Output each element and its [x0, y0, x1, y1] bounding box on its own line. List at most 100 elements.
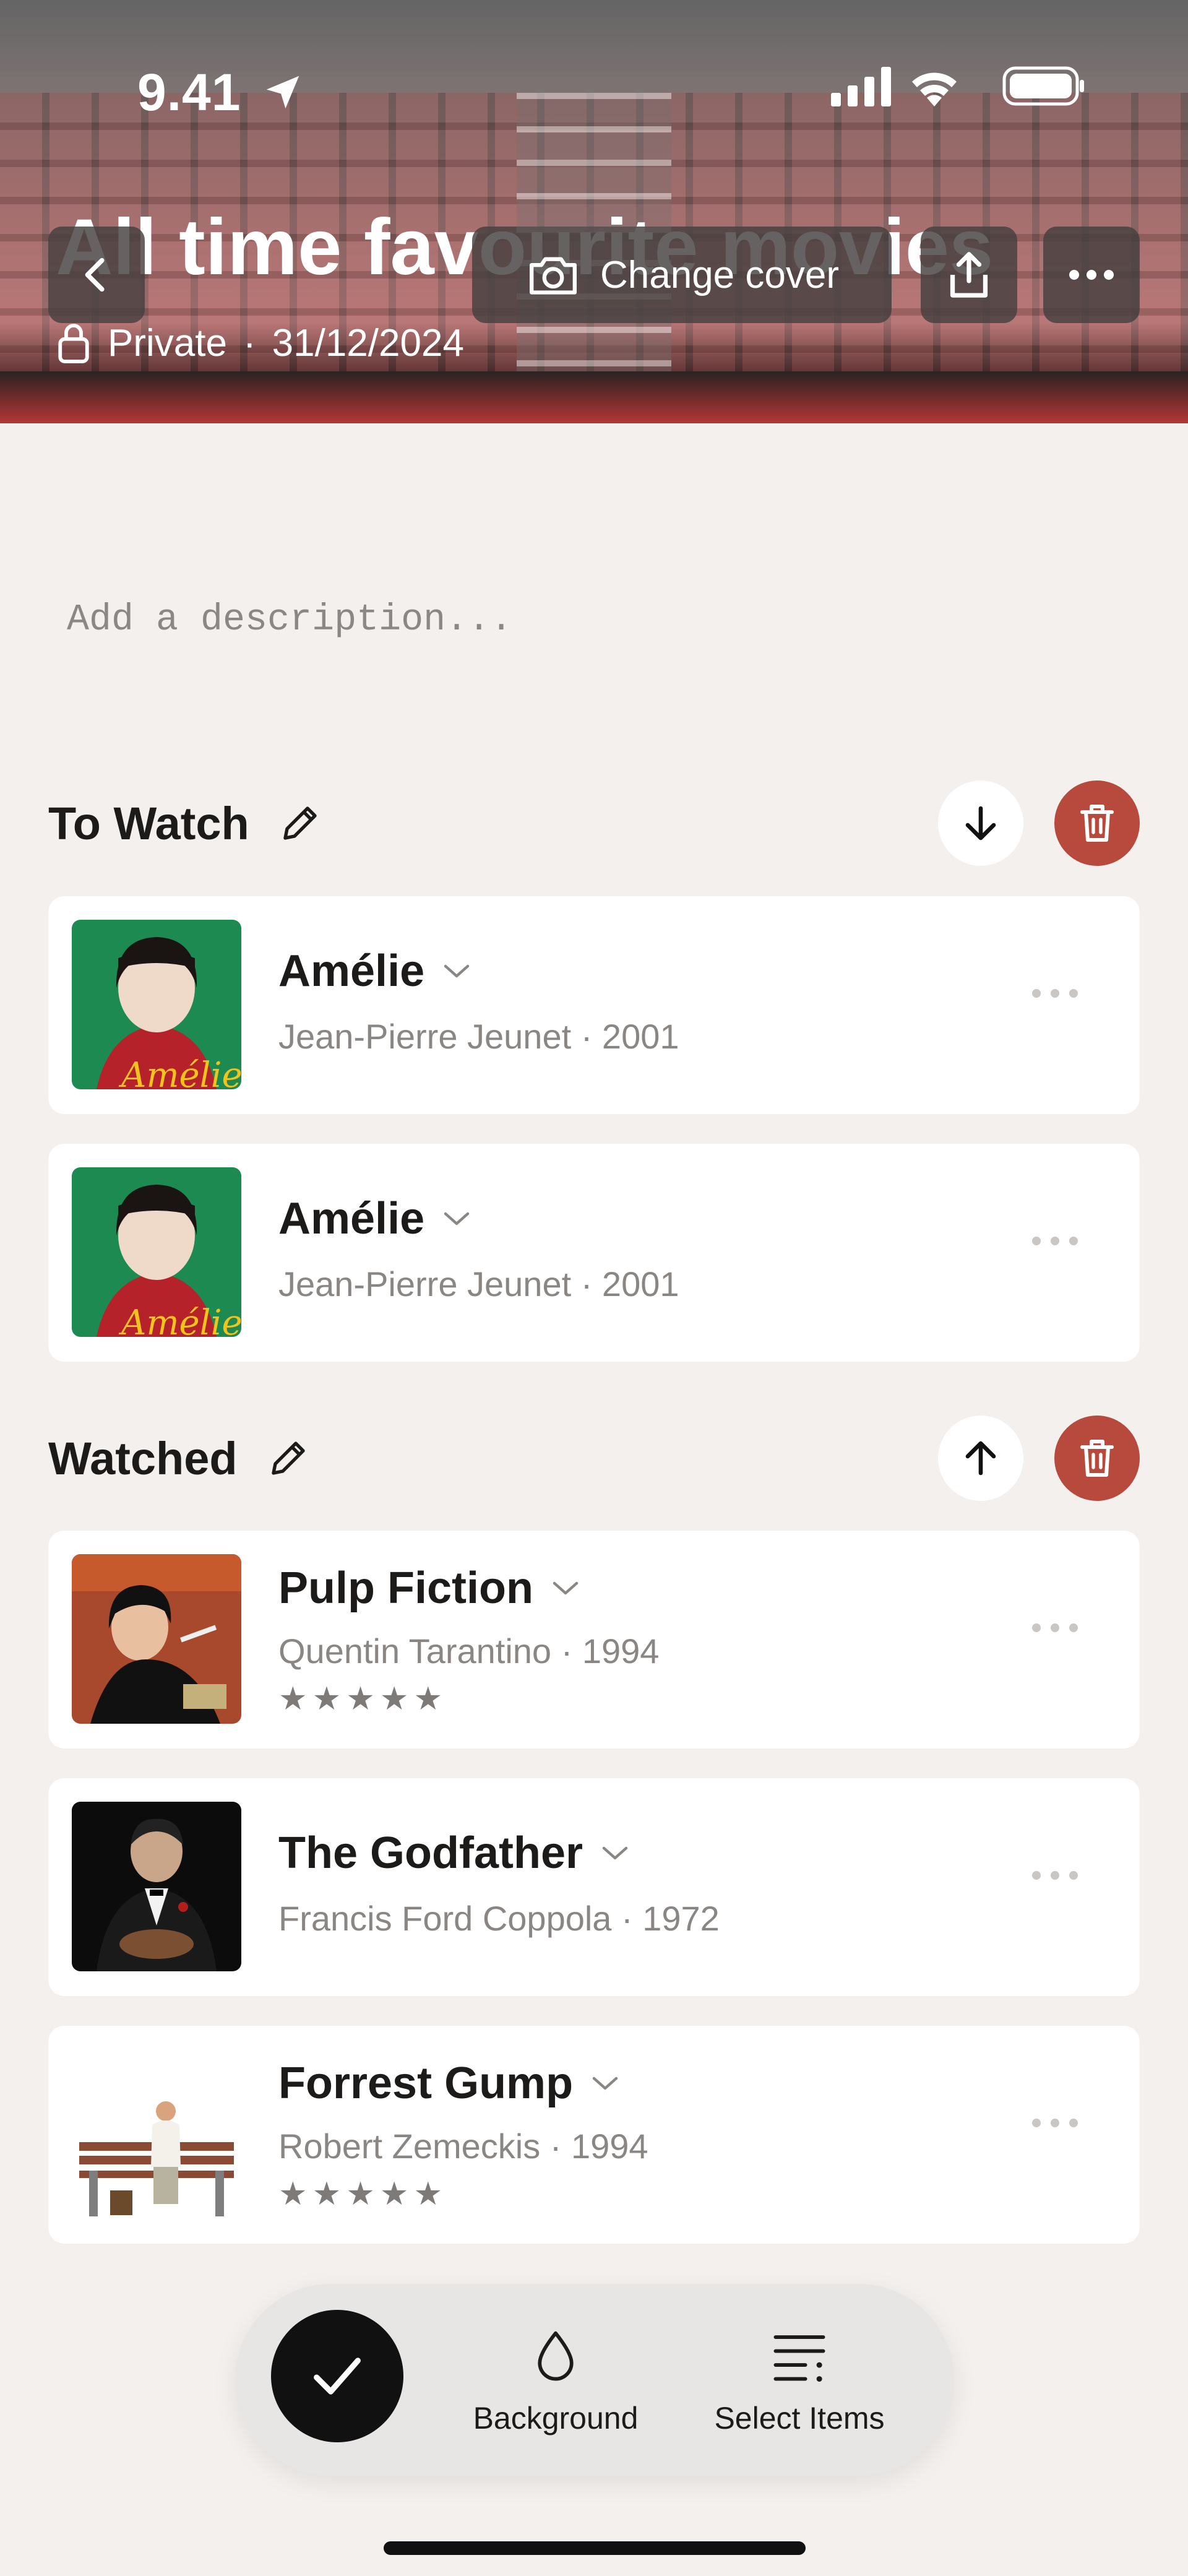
- movie-poster-the-godfather: [72, 1802, 241, 1971]
- status-time-group: 9.41: [137, 59, 304, 121]
- edit-section-button[interactable]: [266, 1436, 311, 1480]
- movie-subtitle: Robert Zemeckis · 1994: [278, 2127, 648, 2166]
- item-more-button[interactable]: [1032, 989, 1078, 998]
- trash-icon: [1080, 805, 1114, 842]
- more-options-button[interactable]: [1043, 227, 1140, 323]
- back-button[interactable]: [48, 227, 145, 323]
- movie-title-row: The Godfather: [278, 1828, 630, 1878]
- movie-title: Forrest Gump: [278, 2059, 574, 2108]
- dot: [1032, 1623, 1041, 1632]
- background-label: Background: [473, 2401, 639, 2436]
- share-button[interactable]: [921, 227, 1017, 323]
- star-rating[interactable]: ★★★★★: [278, 1680, 447, 1718]
- movie-poster-pulp-fiction: [72, 1554, 241, 1724]
- ellipsis-icon: [1069, 270, 1114, 280]
- arrow-up-icon: [965, 1441, 996, 1476]
- movie-poster-amelie: Amélie: [72, 920, 241, 1089]
- list-date: 31/12/2024: [272, 322, 464, 365]
- movie-title: The Godfather: [278, 1828, 583, 1878]
- dot: [1032, 2119, 1041, 2127]
- edit-section-button[interactable]: [278, 801, 322, 845]
- svg-text:Amélie: Amélie: [118, 1055, 241, 1089]
- movie-subtitle: Francis Ford Coppola · 1972: [278, 1899, 720, 1938]
- dot: [1051, 989, 1059, 998]
- dot: [1069, 1237, 1078, 1245]
- movie-subtitle: Jean-Pierre Jeunet · 2001: [278, 1017, 679, 1056]
- status-time: 9.41: [137, 63, 241, 121]
- dot: [1032, 989, 1041, 998]
- item-more-button[interactable]: [1032, 1237, 1078, 1245]
- godfather-poster-image: [72, 1802, 241, 1971]
- chevron-down-icon[interactable]: [590, 2074, 620, 2093]
- dot: [1069, 1623, 1078, 1632]
- meta-separator: ·: [243, 322, 256, 365]
- description-input[interactable]: Add a description...: [67, 599, 512, 641]
- list-item[interactable]: Amélie Amélie Jean-Pierre Jeunet · 2001: [48, 1144, 1140, 1362]
- share-icon: [950, 252, 988, 298]
- checkmark-icon: [314, 2358, 361, 2395]
- dot: [1032, 1871, 1041, 1880]
- item-more-button[interactable]: [1032, 1871, 1078, 1880]
- dot: [1069, 989, 1078, 998]
- dot: [1051, 1871, 1059, 1880]
- list-item[interactable]: Amélie Amélie Jean-Pierre Jeunet · 2001: [48, 896, 1140, 1114]
- movie-title-row: Pulp Fiction: [278, 1563, 580, 1614]
- background-button[interactable]: Background: [463, 2327, 648, 2436]
- dot: [1051, 1623, 1059, 1632]
- home-indicator: [384, 2541, 806, 2555]
- list-item[interactable]: Forrest Gump Robert Zemeckis · 1994 ★★★★…: [48, 2026, 1140, 2244]
- pencil-icon: [271, 1441, 305, 1475]
- delete-section-button[interactable]: [1054, 780, 1140, 866]
- section-header-watched: Watched: [48, 1415, 1140, 1502]
- dot: [1051, 1237, 1059, 1245]
- section-title: Watched: [48, 1432, 238, 1484]
- chevron-down-icon[interactable]: [442, 1209, 471, 1228]
- select-items-button[interactable]: Select Items: [694, 2327, 905, 2436]
- list-select-icon: [773, 2335, 825, 2382]
- cellular-signal-icon: [831, 67, 891, 106]
- privacy-label: Private: [108, 322, 227, 365]
- section-header-to-watch: To Watch: [48, 780, 1140, 867]
- bottom-toolbar: Background Select Items: [235, 2284, 954, 2476]
- movie-title: Pulp Fiction: [278, 1563, 533, 1613]
- pulp-fiction-poster-image: [72, 1554, 241, 1724]
- lock-icon: [58, 324, 89, 363]
- movie-subtitle: Jean-Pierre Jeunet · 2001: [278, 1264, 679, 1303]
- section-title: To Watch: [48, 797, 249, 849]
- movie-title-row: Forrest Gump: [278, 2058, 620, 2109]
- movie-title: Amélie: [278, 1194, 425, 1243]
- wifi-icon: [912, 72, 957, 106]
- chevron-down-icon[interactable]: [442, 962, 471, 980]
- delete-section-button[interactable]: [1054, 1416, 1140, 1501]
- chevron-down-icon[interactable]: [600, 1844, 630, 1862]
- movie-subtitle: Quentin Tarantino · 1994: [278, 1632, 660, 1671]
- dot: [1051, 2119, 1059, 2127]
- cover-bottom-band: [0, 371, 1188, 423]
- svg-text:Amélie: Amélie: [118, 1303, 241, 1337]
- item-more-button[interactable]: [1032, 2119, 1078, 2127]
- location-arrow-icon: [266, 76, 299, 109]
- arrow-down-icon: [965, 806, 996, 841]
- done-button[interactable]: [271, 2310, 403, 2442]
- chevron-left-icon: [85, 257, 105, 292]
- change-cover-button[interactable]: Change cover: [472, 227, 892, 323]
- movie-poster-amelie: Amélie: [72, 1167, 241, 1337]
- select-items-label: Select Items: [714, 2401, 885, 2436]
- status-bar: 9.41: [0, 0, 1188, 121]
- move-section-up-button[interactable]: [938, 1416, 1023, 1501]
- chevron-down-icon[interactable]: [551, 1579, 580, 1597]
- move-section-down-button[interactable]: [938, 780, 1023, 866]
- change-cover-label: Change cover: [600, 253, 840, 296]
- pencil-icon: [283, 806, 317, 840]
- list-item[interactable]: The Godfather Francis Ford Coppola · 197…: [48, 1778, 1140, 1996]
- movie-title-row: Amélie: [278, 946, 471, 996]
- list-item[interactable]: Pulp Fiction Quentin Tarantino · 1994 ★★…: [48, 1531, 1140, 1748]
- droplet-icon: [538, 2331, 574, 2381]
- forrest-gump-poster-image: [72, 2049, 241, 2219]
- item-more-button[interactable]: [1032, 1623, 1078, 1632]
- movie-poster-forrest-gump: [72, 2049, 241, 2219]
- dot: [1069, 1871, 1078, 1880]
- dot: [1069, 2119, 1078, 2127]
- star-rating[interactable]: ★★★★★: [278, 2176, 447, 2213]
- dot: [1032, 1237, 1041, 1245]
